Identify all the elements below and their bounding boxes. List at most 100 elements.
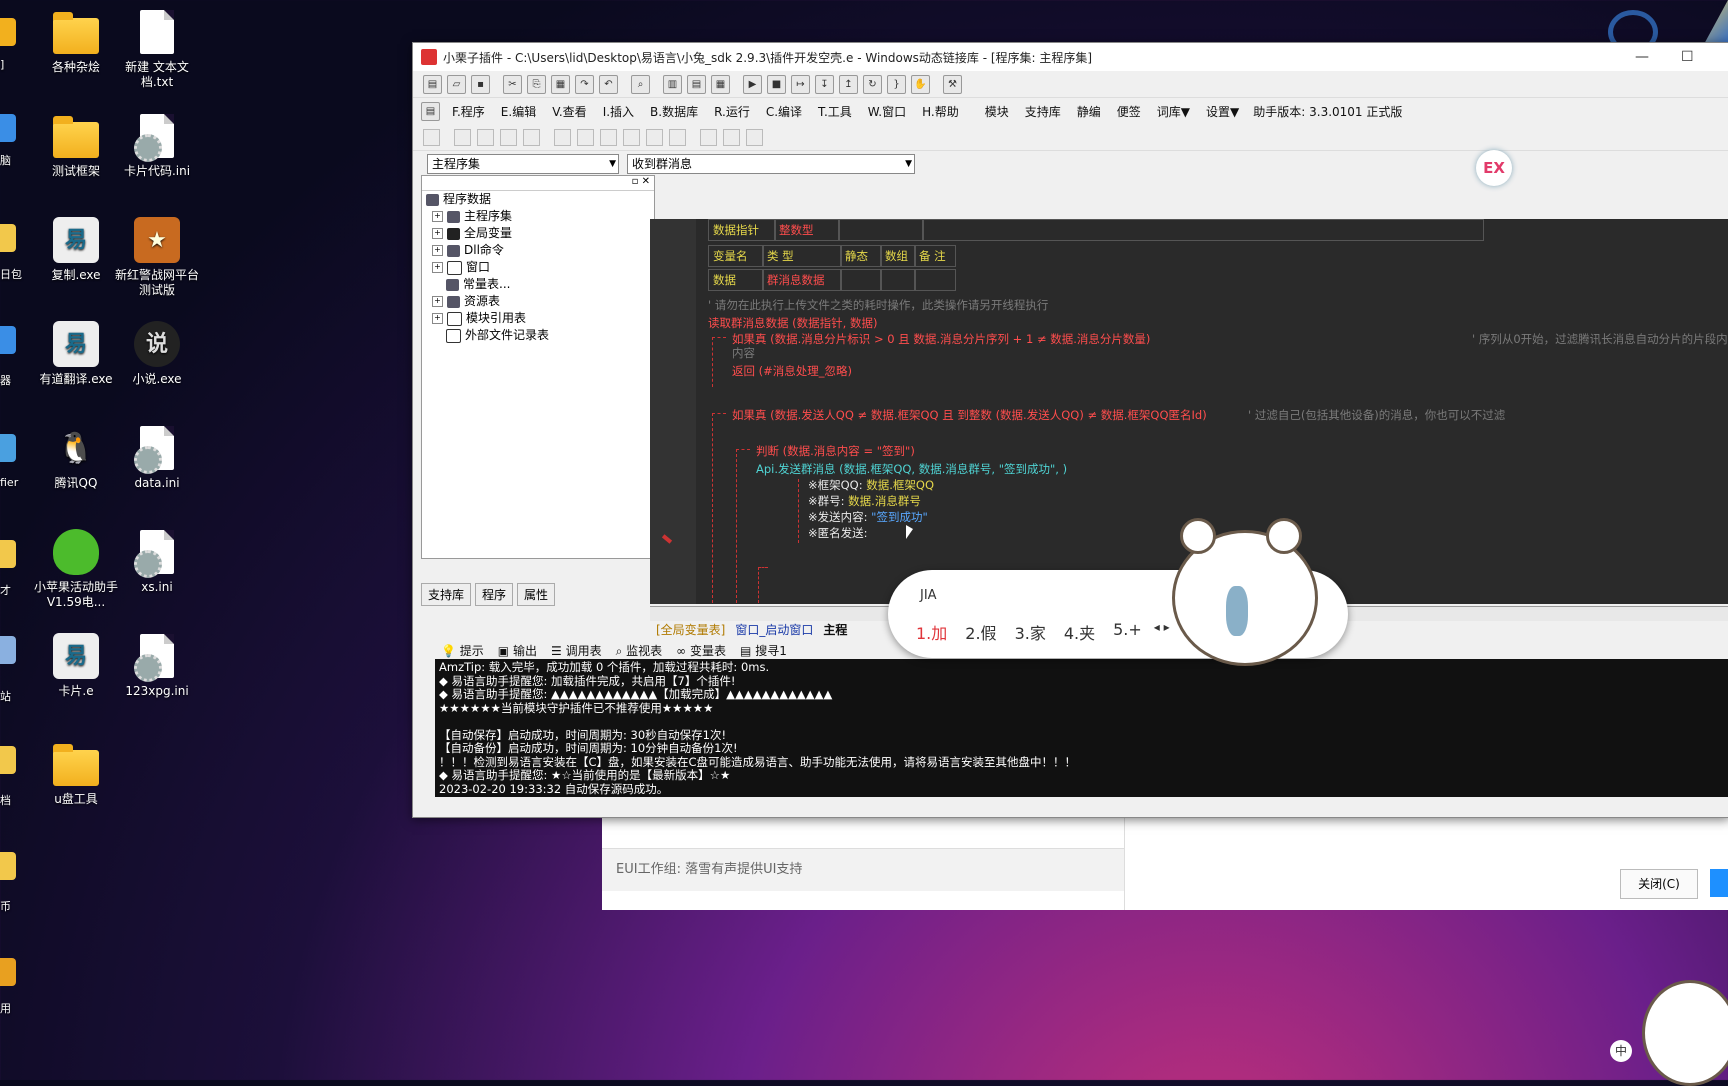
edge-icon[interactable] — [0, 18, 16, 46]
api-param[interactable]: ※发送内容: "签到成功" — [808, 509, 928, 525]
tree-item[interactable]: + 主程序集 — [422, 208, 654, 225]
menu-help[interactable]: H.帮助 — [914, 103, 967, 120]
menu-database[interactable]: B.数据库 — [642, 103, 706, 120]
code-comment[interactable]: ' 过滤自己(包括其他设备)的消息，你也可以不过滤 — [1248, 407, 1505, 423]
menu-support-lib[interactable]: 支持库 — [1017, 103, 1069, 120]
tree-item[interactable]: + 窗口 — [422, 259, 654, 276]
edge-icon[interactable] — [0, 540, 16, 568]
desktop-icon-folder[interactable]: u盘工具 — [33, 740, 119, 807]
toolbar-icon[interactable] — [554, 128, 571, 146]
tab-call-table[interactable]: ☰ 调用表 — [551, 642, 602, 659]
run-icon[interactable]: ▶ — [743, 74, 762, 94]
toolbar-icon[interactable] — [577, 128, 594, 146]
tree-item[interactable]: + 模块引用表 — [422, 310, 654, 327]
new-file-icon[interactable]: ▤ — [423, 74, 442, 94]
var-cell[interactable] — [840, 269, 882, 291]
param-name[interactable]: 数据指针 — [708, 219, 776, 241]
edge-icon[interactable] — [0, 326, 16, 354]
function-select[interactable]: 收到群消息 ▼ — [627, 154, 915, 174]
app-menu-icon[interactable]: ▤ — [421, 101, 440, 121]
paste-icon[interactable]: ▦ — [551, 74, 570, 94]
menu-window[interactable]: W.窗口 — [860, 103, 914, 120]
menu-tools[interactable]: T.工具 — [810, 103, 860, 120]
step-over-icon[interactable]: ↻ — [863, 74, 882, 94]
api-param[interactable]: ※框架QQ: 数据.框架QQ — [808, 477, 934, 493]
title-bar[interactable]: 小栗子插件 - C:\Users\lid\Desktop\易语言\小兔_sdk … — [413, 43, 1728, 71]
tab-tips[interactable]: 💡 提示 — [441, 642, 484, 659]
toolbar-icon[interactable] — [646, 128, 663, 146]
layout3-icon[interactable]: ▦ — [711, 74, 730, 94]
step-icon[interactable]: ↦ — [791, 74, 810, 94]
desktop-icon-exe[interactable]: 易 卡片.e — [33, 632, 119, 699]
tree-root[interactable]: 程序数据 — [422, 191, 654, 208]
desktop-icon-exe[interactable]: 说 小说.exe — [114, 320, 200, 387]
desktop-icon-exe[interactable]: ★ 新红警战网平台测试版 — [114, 216, 200, 298]
confirm-button[interactable] — [1710, 869, 1728, 897]
hand-icon[interactable]: ✋ — [911, 74, 930, 94]
var-name[interactable]: 数据 — [708, 269, 764, 291]
param-cell[interactable] — [838, 219, 924, 241]
tree-item[interactable]: + 资源表 — [422, 293, 654, 310]
cut-icon[interactable]: ✂ — [503, 74, 522, 94]
tab-global-vars[interactable]: [全局变量表] — [656, 621, 725, 638]
api-param[interactable]: ※群号: 数据.消息群号 — [808, 493, 921, 509]
api-param[interactable]: ※匿名发送: — [808, 525, 868, 541]
ime-indicator[interactable]: 中 — [1610, 1040, 1632, 1062]
menu-program[interactable]: F.程序 — [444, 103, 493, 120]
toolbar-icon[interactable] — [746, 128, 763, 146]
toolbar-icon[interactable] — [669, 128, 686, 146]
desktop-icon-ini[interactable]: data.ini — [114, 424, 200, 491]
tab-support-lib[interactable]: 支持库 — [421, 582, 472, 606]
tab-properties[interactable]: 属性 — [517, 582, 556, 606]
bracket-icon[interactable]: } — [887, 74, 906, 94]
toolbar-icon[interactable] — [477, 128, 494, 146]
expand-icon[interactable]: + — [432, 245, 443, 256]
edge-icon[interactable] — [0, 224, 16, 252]
code-line[interactable]: 判断 (数据.消息内容 = "签到") — [756, 443, 915, 459]
ex-badge-icon[interactable]: EX — [1476, 150, 1512, 186]
desktop-icon-ini[interactable]: 123xpg.ini — [114, 632, 200, 699]
output-console[interactable]: AmzTip: 载入完毕，成功加载 0 个插件，加载过程共耗时: 0ms. ◆ … — [435, 659, 1728, 797]
close-icon[interactable]: ✕ — [642, 176, 650, 187]
var-cell[interactable] — [914, 269, 956, 291]
edge-icon[interactable] — [0, 958, 16, 986]
ime-candidate[interactable]: 2.假 — [965, 620, 996, 644]
desktop-icon-exe[interactable]: 易 有道翻译.exe — [33, 320, 119, 387]
layout2-icon[interactable]: ▤ — [687, 74, 706, 94]
menu-lexicon[interactable]: 词库▼ — [1149, 103, 1198, 120]
menu-insert[interactable]: I.插入 — [595, 103, 642, 120]
code-comment[interactable]: ' 请勿在此执行上传文件之类的耗时操作，此类操作请另开线程执行 — [708, 297, 1048, 313]
tree-item[interactable]: + Dll命令 — [422, 242, 654, 259]
pin-icon[interactable]: ▫ — [632, 176, 639, 187]
toolbar-icon[interactable] — [454, 128, 471, 146]
desktop-icon-folder[interactable]: 各种杂烩 — [33, 8, 119, 75]
tab-search1[interactable]: ▤ 搜寻1 — [740, 642, 787, 659]
edge-icon[interactable] — [0, 746, 16, 774]
param-cell[interactable] — [922, 219, 1484, 241]
menu-settings[interactable]: 设置▼ — [1198, 103, 1247, 120]
step-into-icon[interactable]: ↧ — [815, 74, 834, 94]
tree-item[interactable]: 常量表... — [422, 276, 654, 293]
menu-module[interactable]: 模块 — [977, 103, 1017, 120]
expand-icon[interactable]: + — [432, 313, 443, 324]
desktop-icon-ini[interactable]: 卡片代码.ini — [114, 112, 200, 179]
code-line[interactable]: 读取群消息数据 (数据指针, 数据) — [708, 315, 877, 331]
stop-icon[interactable]: ■ — [767, 74, 786, 94]
tab-variables[interactable]: ∞ 变量表 — [676, 642, 726, 659]
tab-output[interactable]: ▣ 输出 — [498, 642, 537, 659]
menu-view[interactable]: V.查看 — [544, 103, 594, 120]
desktop-icon-exe[interactable]: 易 复制.exe — [33, 216, 119, 283]
tab-main[interactable]: 主程 — [823, 621, 847, 638]
expand-icon[interactable]: + — [432, 211, 443, 222]
menu-edit[interactable]: E.编辑 — [493, 103, 544, 120]
code-line[interactable]: 如果真 (数据.消息分片标识 > 0 且 数据.消息分片序列 + 1 ≠ 数据.… — [732, 331, 1150, 347]
toolbar-icon[interactable] — [623, 128, 640, 146]
code-line[interactable]: 如果真 (数据.发送人QQ ≠ 数据.框架QQ 且 到整数 (数据.发送人QQ)… — [732, 407, 1207, 423]
tree-item[interactable]: 外部文件记录表 — [422, 327, 654, 344]
desktop-icon-txt[interactable]: 新建 文本文档.txt — [114, 8, 200, 90]
toolbar-icon[interactable] — [500, 128, 517, 146]
minimize-button[interactable]: — — [1635, 49, 1649, 65]
redo-icon[interactable]: ↷ — [575, 74, 594, 94]
ime-page-arrows-icon[interactable]: ◂ ▸ — [1154, 620, 1170, 644]
menu-static-compile[interactable]: 静编 — [1069, 103, 1109, 120]
